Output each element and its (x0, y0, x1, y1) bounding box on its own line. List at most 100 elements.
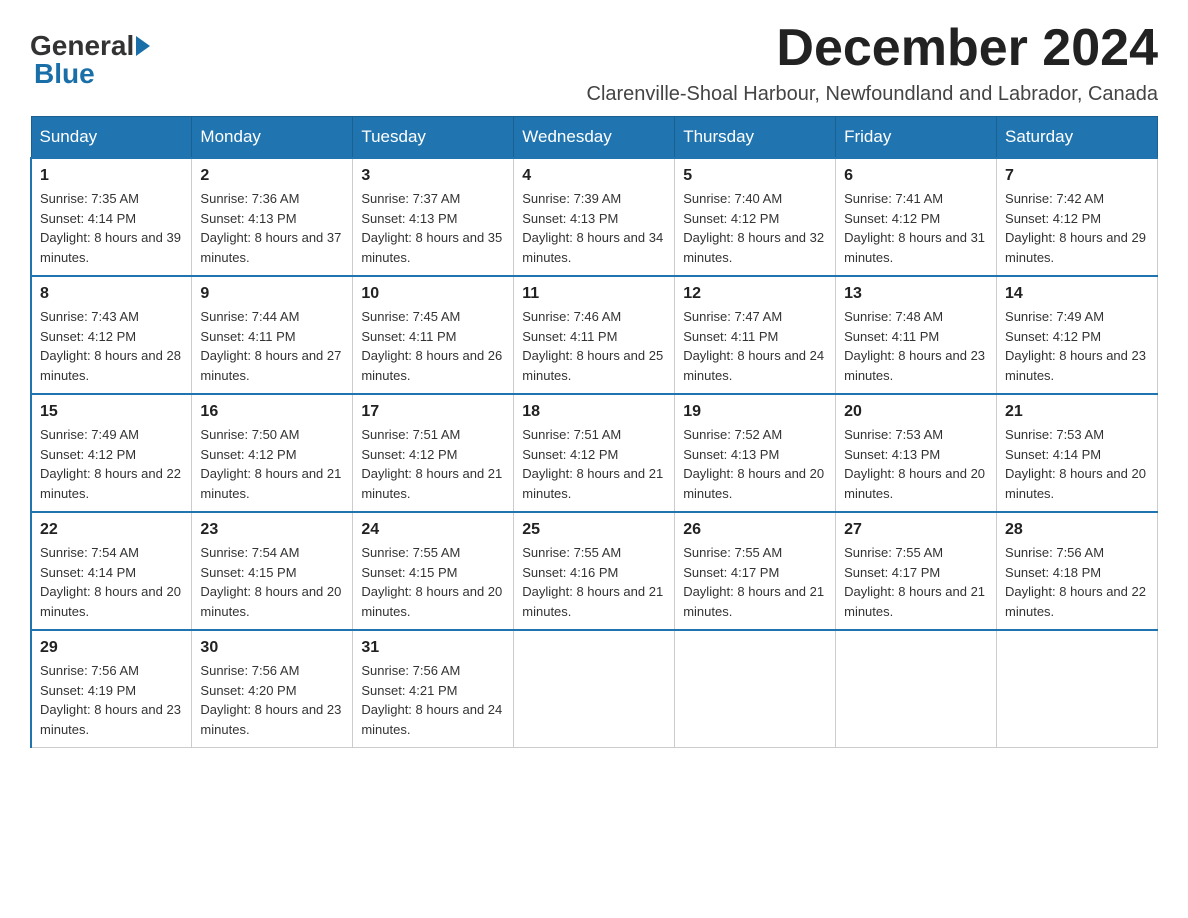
day-number: 2 (200, 167, 344, 185)
calendar-cell: 24Sunrise: 7:55 AMSunset: 4:15 PMDayligh… (353, 512, 514, 630)
day-info: Sunrise: 7:51 AMSunset: 4:12 PMDaylight:… (361, 425, 505, 503)
logo-blue: Blue (34, 58, 95, 89)
day-number: 14 (1005, 285, 1149, 303)
day-number: 10 (361, 285, 505, 303)
day-number: 23 (200, 521, 344, 539)
calendar-cell: 22 Sunrise: 7:54 AMSunset: 4:14 PMDayligh… (31, 512, 192, 630)
calendar-week-row: 15 Sunrise: 7:49 AMSunset: 4:12 PMDayligh… (31, 394, 1158, 512)
calendar-cell: 19 Sunrise: 7:52 AMSunset: 4:13 PMDayligh… (675, 394, 836, 512)
day-info: Sunrise: 7:41 AMSunset: 4:12 PMDaylight:… (844, 189, 988, 267)
day-number: 1 (40, 167, 183, 185)
day-info: Sunrise: 7:46 AMSunset: 4:11 PMDaylight:… (522, 307, 666, 385)
calendar-cell (836, 630, 997, 748)
day-info: Sunrise: 7:56 AMSunset: 4:19 PMDaylight:… (40, 661, 183, 739)
calendar-cell: 10Sunrise: 7:45 AMSunset: 4:11 PMDayligh… (353, 276, 514, 394)
day-number: 30 (200, 639, 344, 657)
col-tuesday: Tuesday (353, 117, 514, 159)
calendar-table: Sunday Monday Tuesday Wednesday Thursday… (30, 116, 1158, 748)
calendar-cell: 13 Sunrise: 7:48 AMSunset: 4:11 PMDayligh… (836, 276, 997, 394)
col-monday: Monday (192, 117, 353, 159)
calendar-cell: 23 Sunrise: 7:54 AMSunset: 4:15 PMDayligh… (192, 512, 353, 630)
calendar-cell: 1 Sunrise: 7:35 AMSunset: 4:14 PMDaylight… (31, 158, 192, 276)
calendar-cell: 27 Sunrise: 7:55 AMSunset: 4:17 PMDayligh… (836, 512, 997, 630)
day-number: 11 (522, 285, 666, 303)
day-info: Sunrise: 7:37 AMSunset: 4:13 PMDaylight:… (361, 189, 505, 267)
calendar-header-row: Sunday Monday Tuesday Wednesday Thursday… (31, 117, 1158, 159)
day-info: Sunrise: 7:53 AMSunset: 4:14 PMDaylight:… (1005, 425, 1149, 503)
calendar-week-row: 22 Sunrise: 7:54 AMSunset: 4:14 PMDayligh… (31, 512, 1158, 630)
calendar-cell: 20 Sunrise: 7:53 AMSunset: 4:13 PMDayligh… (836, 394, 997, 512)
day-info: Sunrise: 7:44 AMSunset: 4:11 PMDaylight:… (200, 307, 344, 385)
day-info: Sunrise: 7:55 AMSunset: 4:16 PMDaylight:… (522, 543, 666, 621)
location-title: Clarenville-Shoal Harbour, Newfoundland … (587, 83, 1158, 106)
calendar-cell: 25Sunrise: 7:55 AMSunset: 4:16 PMDayligh… (514, 512, 675, 630)
calendar-cell: 16Sunrise: 7:50 AMSunset: 4:12 PMDayligh… (192, 394, 353, 512)
day-info: Sunrise: 7:35 AMSunset: 4:14 PMDaylight:… (40, 189, 183, 267)
day-info: Sunrise: 7:56 AMSunset: 4:21 PMDaylight:… (361, 661, 505, 739)
day-number: 6 (844, 167, 988, 185)
col-friday: Friday (836, 117, 997, 159)
calendar-cell (997, 630, 1158, 748)
day-info: Sunrise: 7:39 AMSunset: 4:13 PMDaylight:… (522, 189, 666, 267)
calendar-cell: 17Sunrise: 7:51 AMSunset: 4:12 PMDayligh… (353, 394, 514, 512)
calendar-cell: 7 Sunrise: 7:42 AMSunset: 4:12 PMDaylight… (997, 158, 1158, 276)
calendar-cell: 29 Sunrise: 7:56 AMSunset: 4:19 PMDayligh… (31, 630, 192, 748)
calendar-cell: 14Sunrise: 7:49 AMSunset: 4:12 PMDayligh… (997, 276, 1158, 394)
calendar-cell (514, 630, 675, 748)
day-number: 28 (1005, 521, 1149, 539)
logo-arrow-icon (136, 36, 150, 56)
col-thursday: Thursday (675, 117, 836, 159)
calendar-cell: 30 Sunrise: 7:56 AMSunset: 4:20 PMDayligh… (192, 630, 353, 748)
day-number: 16 (200, 403, 344, 421)
day-number: 5 (683, 167, 827, 185)
calendar-cell: 18Sunrise: 7:51 AMSunset: 4:12 PMDayligh… (514, 394, 675, 512)
day-number: 9 (200, 285, 344, 303)
col-sunday: Sunday (31, 117, 192, 159)
day-number: 20 (844, 403, 988, 421)
calendar-cell: 15 Sunrise: 7:49 AMSunset: 4:12 PMDayligh… (31, 394, 192, 512)
logo: General Blue (30, 30, 152, 90)
day-info: Sunrise: 7:43 AMSunset: 4:12 PMDaylight:… (40, 307, 183, 385)
title-section: December 2024 Clarenville-Shoal Harbour,… (587, 20, 1158, 106)
day-number: 18 (522, 403, 666, 421)
day-number: 31 (361, 639, 505, 657)
calendar-cell: 4 Sunrise: 7:39 AMSunset: 4:13 PMDaylight… (514, 158, 675, 276)
day-number: 15 (40, 403, 183, 421)
calendar-week-row: 8 Sunrise: 7:43 AMSunset: 4:12 PMDaylight… (31, 276, 1158, 394)
calendar-cell: 2Sunrise: 7:36 AMSunset: 4:13 PMDaylight… (192, 158, 353, 276)
day-info: Sunrise: 7:53 AMSunset: 4:13 PMDaylight:… (844, 425, 988, 503)
day-info: Sunrise: 7:52 AMSunset: 4:13 PMDaylight:… (683, 425, 827, 503)
day-info: Sunrise: 7:54 AMSunset: 4:14 PMDaylight:… (40, 543, 183, 621)
day-number: 29 (40, 639, 183, 657)
day-info: Sunrise: 7:55 AMSunset: 4:17 PMDaylight:… (683, 543, 827, 621)
day-info: Sunrise: 7:49 AMSunset: 4:12 PMDaylight:… (40, 425, 183, 503)
day-number: 21 (1005, 403, 1149, 421)
day-info: Sunrise: 7:42 AMSunset: 4:12 PMDaylight:… (1005, 189, 1149, 267)
calendar-cell: 28Sunrise: 7:56 AMSunset: 4:18 PMDayligh… (997, 512, 1158, 630)
col-wednesday: Wednesday (514, 117, 675, 159)
calendar-cell: 5 Sunrise: 7:40 AMSunset: 4:12 PMDaylight… (675, 158, 836, 276)
day-number: 8 (40, 285, 183, 303)
calendar-cell: 6 Sunrise: 7:41 AMSunset: 4:12 PMDaylight… (836, 158, 997, 276)
day-number: 19 (683, 403, 827, 421)
calendar-cell (675, 630, 836, 748)
day-info: Sunrise: 7:56 AMSunset: 4:20 PMDaylight:… (200, 661, 344, 739)
day-info: Sunrise: 7:55 AMSunset: 4:17 PMDaylight:… (844, 543, 988, 621)
day-info: Sunrise: 7:55 AMSunset: 4:15 PMDaylight:… (361, 543, 505, 621)
calendar-week-row: 1 Sunrise: 7:35 AMSunset: 4:14 PMDaylight… (31, 158, 1158, 276)
day-number: 4 (522, 167, 666, 185)
day-number: 13 (844, 285, 988, 303)
month-title: December 2024 (587, 20, 1158, 77)
calendar-cell: 26Sunrise: 7:55 AMSunset: 4:17 PMDayligh… (675, 512, 836, 630)
day-number: 7 (1005, 167, 1149, 185)
calendar-cell: 3Sunrise: 7:37 AMSunset: 4:13 PMDaylight… (353, 158, 514, 276)
calendar-cell: 11 Sunrise: 7:46 AMSunset: 4:11 PMDayligh… (514, 276, 675, 394)
calendar-cell: 8 Sunrise: 7:43 AMSunset: 4:12 PMDaylight… (31, 276, 192, 394)
day-number: 22 (40, 521, 183, 539)
day-info: Sunrise: 7:48 AMSunset: 4:11 PMDaylight:… (844, 307, 988, 385)
calendar-week-row: 29 Sunrise: 7:56 AMSunset: 4:19 PMDayligh… (31, 630, 1158, 748)
day-info: Sunrise: 7:54 AMSunset: 4:15 PMDaylight:… (200, 543, 344, 621)
day-info: Sunrise: 7:40 AMSunset: 4:12 PMDaylight:… (683, 189, 827, 267)
day-number: 27 (844, 521, 988, 539)
day-info: Sunrise: 7:47 AMSunset: 4:11 PMDaylight:… (683, 307, 827, 385)
